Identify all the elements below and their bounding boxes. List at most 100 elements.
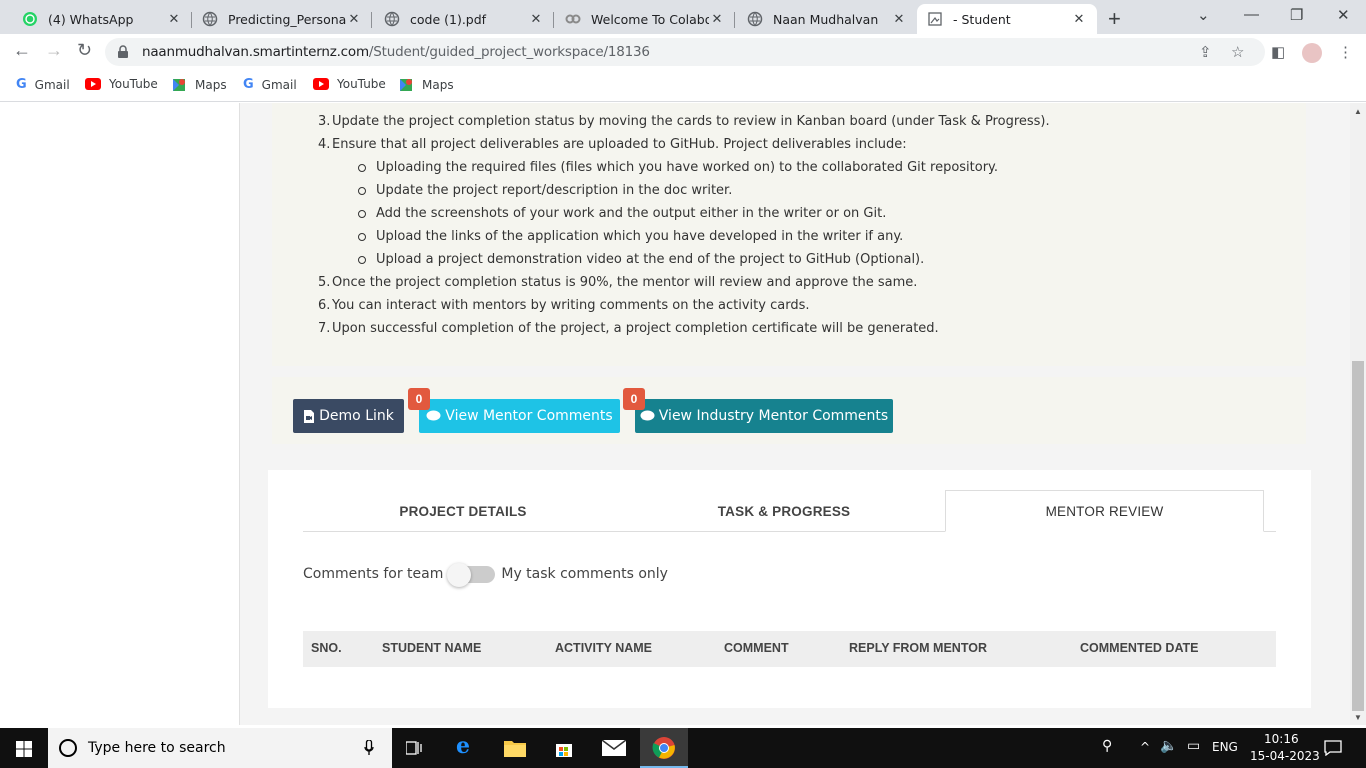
language-indicator[interactable]: ENG bbox=[1212, 740, 1238, 754]
bookmark-maps-2[interactable]: Maps bbox=[398, 77, 454, 93]
bookmark-label: Maps bbox=[422, 78, 454, 92]
clock-time[interactable]: 10:16 bbox=[1264, 732, 1299, 746]
browser-tab-colab[interactable]: Welcome To Colabora ✕ bbox=[555, 4, 735, 34]
notifications-icon[interactable] bbox=[1324, 740, 1342, 756]
edge-browser-icon[interactable]: e bbox=[456, 733, 470, 759]
column-header-activity-name: ACTIVITY NAME bbox=[555, 641, 652, 655]
star-icon[interactable]: ☆ bbox=[1231, 43, 1244, 61]
close-icon[interactable]: ✕ bbox=[346, 12, 362, 27]
close-icon[interactable]: ✕ bbox=[1071, 12, 1087, 27]
sub-list-item: Uploading the required files (files whic… bbox=[318, 156, 1050, 179]
search-icon bbox=[59, 739, 77, 757]
comment-filter-switch[interactable] bbox=[447, 563, 497, 587]
task-view-icon[interactable] bbox=[406, 740, 424, 756]
close-icon[interactable]: ✕ bbox=[709, 12, 725, 27]
view-mentor-comments-label: View Mentor Comments bbox=[445, 408, 613, 424]
tab-project-details[interactable]: PROJECT DETAILS bbox=[303, 490, 623, 532]
file-explorer-icon[interactable] bbox=[504, 739, 526, 757]
instruction-number: 6. bbox=[318, 298, 331, 313]
tab-mentor-review[interactable]: MENTOR REVIEW bbox=[945, 490, 1264, 532]
clock-date[interactable]: 15-04-2023 bbox=[1250, 749, 1320, 763]
tab-search-chevron-icon[interactable]: ⌄ bbox=[1197, 6, 1210, 24]
sub-list-item: Upload a project demonstration video at … bbox=[318, 248, 1050, 271]
taskbar-search-box[interactable]: Type here to search bbox=[48, 728, 392, 768]
share-icon[interactable]: ⇪ bbox=[1199, 43, 1212, 61]
browser-tab-naan-mudhalvan[interactable]: Naan Mudhalvan ✕ bbox=[737, 4, 917, 34]
instruction-number: 3. bbox=[318, 114, 331, 129]
instruction-item: 6. You can interact with mentors by writ… bbox=[318, 294, 1050, 317]
instructions-list: 3. Update the project completion status … bbox=[318, 110, 1050, 340]
action-buttons-bar: Demo Link View Mentor Comments 0 View In… bbox=[272, 377, 1306, 444]
instruction-text: You can interact with mentors by writing… bbox=[332, 298, 810, 313]
bookmark-gmail[interactable]: G Gmail bbox=[16, 77, 70, 92]
bookmark-youtube[interactable]: YouTube bbox=[85, 77, 158, 91]
industry-comments-count-badge: 0 bbox=[623, 388, 645, 410]
tab-label: code (1).pdf bbox=[410, 11, 487, 27]
close-icon[interactable]: ✕ bbox=[528, 12, 544, 27]
sub-item-text: Upload a project demonstration video at … bbox=[376, 252, 925, 267]
sub-item-text: Uploading the required files (files whic… bbox=[376, 160, 999, 175]
view-industry-mentor-comments-button[interactable]: View Industry Mentor Comments bbox=[635, 399, 893, 433]
back-arrow-icon[interactable]: ← bbox=[13, 40, 31, 61]
restore-icon[interactable]: ❐ bbox=[1290, 6, 1303, 24]
mentor-comments-count-badge: 0 bbox=[408, 388, 430, 410]
url-path: /Student/guided_project_workspace/18136 bbox=[368, 44, 650, 60]
tab-task-progress[interactable]: TASK & PROGRESS bbox=[623, 490, 945, 532]
microphone-icon[interactable] bbox=[364, 740, 374, 756]
new-tab-plus-icon[interactable]: + bbox=[1108, 6, 1121, 32]
scroll-up-arrow-icon[interactable]: ▲ bbox=[1354, 107, 1362, 116]
page-scrollbar[interactable]: ▲ ▼ bbox=[1350, 103, 1366, 725]
comment-filter-toggle-row: Comments for team My task comments only bbox=[303, 563, 668, 587]
side-panel-icon[interactable]: ◧ bbox=[1271, 43, 1285, 61]
window-close-icon[interactable]: ✕ bbox=[1337, 6, 1350, 24]
instruction-number: 7. bbox=[318, 321, 331, 336]
sub-list-item: Add the screenshots of your work and the… bbox=[318, 202, 1050, 225]
demo-link-button[interactable]: Demo Link bbox=[293, 399, 404, 433]
globe-icon bbox=[202, 11, 218, 27]
browser-tab-whatsapp[interactable]: (4) WhatsApp ✕ bbox=[12, 4, 192, 34]
menu-kebab-icon[interactable]: ⋮ bbox=[1338, 43, 1353, 61]
instruction-text: Update the project completion status by … bbox=[332, 114, 1050, 129]
chevron-up-icon[interactable]: ^ bbox=[1140, 740, 1150, 754]
tab-label: Naan Mudhalvan bbox=[773, 11, 879, 27]
view-mentor-comments-button[interactable]: View Mentor Comments bbox=[419, 399, 620, 433]
volume-icon[interactable]: 🔈 bbox=[1160, 738, 1177, 754]
bullet bbox=[358, 187, 366, 195]
browser-tab-pdf[interactable]: code (1).pdf ✕ bbox=[374, 4, 554, 34]
view-industry-mentor-comments-label: View Industry Mentor Comments bbox=[658, 408, 889, 424]
bookmark-youtube-2[interactable]: YouTube bbox=[313, 77, 386, 91]
windows-start-icon[interactable] bbox=[16, 741, 32, 757]
sub-item-text: Update the project report/description in… bbox=[376, 183, 733, 198]
profile-avatar[interactable] bbox=[1302, 43, 1322, 63]
minimize-icon[interactable]: — bbox=[1244, 6, 1259, 23]
mail-icon[interactable] bbox=[602, 740, 626, 756]
close-icon[interactable]: ✕ bbox=[891, 12, 907, 27]
browser-tab-student[interactable]: - Student ✕ bbox=[917, 4, 1097, 34]
browser-tab-predicting[interactable]: Predicting_Personal_Lo ✕ bbox=[192, 4, 372, 34]
bookmark-gmail-2[interactable]: G Gmail bbox=[243, 77, 297, 92]
bookmarks-bar: G Gmail YouTube Maps G Gmail YouTube Map… bbox=[0, 70, 1366, 102]
sub-item-text: Add the screenshots of your work and the… bbox=[376, 206, 887, 221]
tab-label: - Student bbox=[953, 11, 1011, 27]
project-tabs: PROJECT DETAILS TASK & PROGRESS MENTOR R… bbox=[303, 490, 1276, 532]
comment-icon bbox=[426, 410, 441, 421]
forward-arrow-icon[interactable]: → bbox=[45, 40, 63, 61]
lock-icon bbox=[118, 45, 128, 58]
globe-icon bbox=[384, 11, 400, 27]
url-field[interactable]: naanmudhalvan.smartinternz.com/Student/g… bbox=[105, 38, 1265, 66]
bookmark-maps[interactable]: Maps bbox=[171, 77, 227, 93]
file-video-icon bbox=[304, 409, 315, 423]
close-icon[interactable]: ✕ bbox=[166, 12, 182, 27]
scrollbar-thumb[interactable] bbox=[1352, 361, 1364, 711]
people-icon[interactable]: ⚲ bbox=[1102, 738, 1112, 754]
scroll-down-arrow-icon[interactable]: ▼ bbox=[1354, 713, 1362, 722]
sidebar bbox=[0, 103, 240, 725]
tab-label: (4) WhatsApp bbox=[48, 11, 134, 27]
microsoft-store-icon[interactable] bbox=[554, 738, 574, 758]
google-icon: G bbox=[243, 77, 254, 92]
chrome-taskbar-button[interactable] bbox=[640, 728, 688, 768]
reload-icon[interactable]: ↻ bbox=[77, 40, 92, 61]
battery-icon[interactable]: ▭ bbox=[1187, 738, 1200, 754]
url-host: naanmudhalvan.smartinternz.com bbox=[142, 44, 369, 60]
bullet bbox=[358, 256, 366, 264]
